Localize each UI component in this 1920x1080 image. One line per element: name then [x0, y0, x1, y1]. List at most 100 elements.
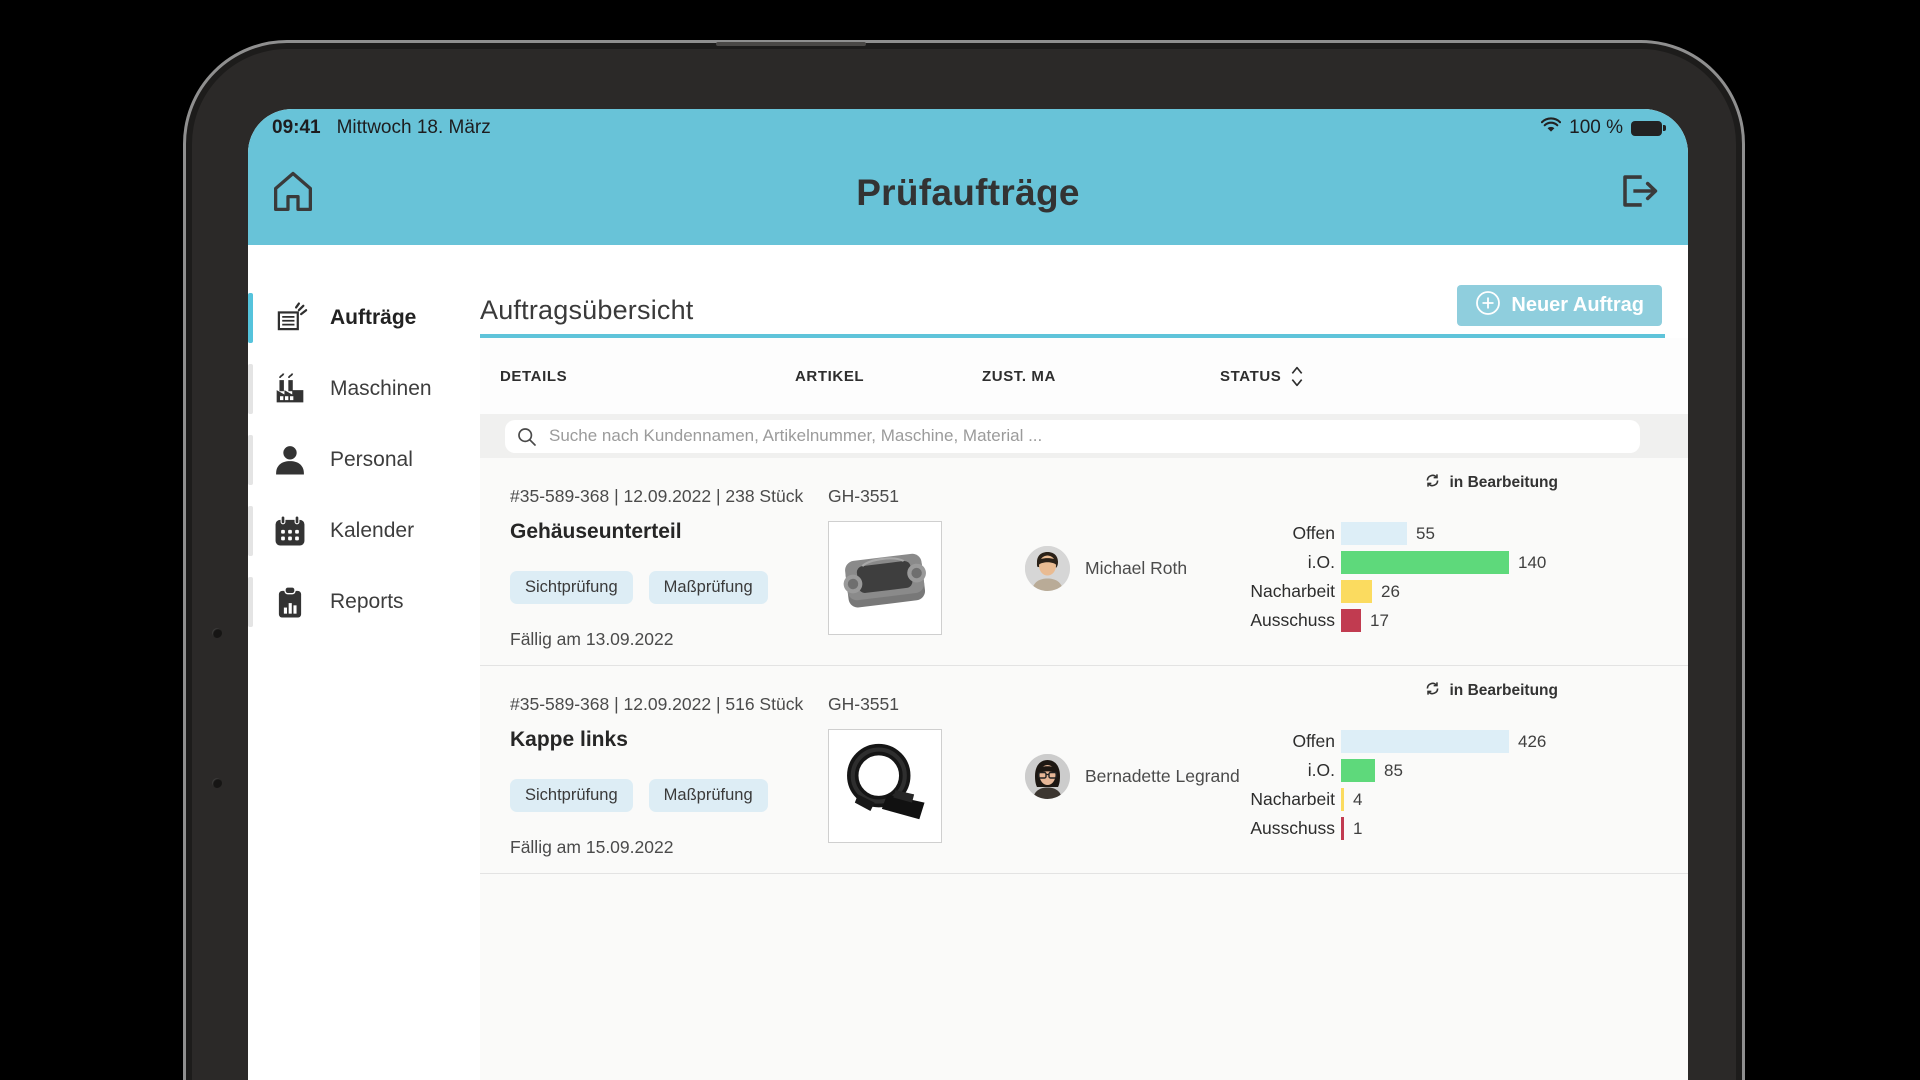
new-order-button[interactable]: Neuer Auftrag [1457, 285, 1662, 326]
article-image [828, 521, 942, 635]
status-badge: in Bearbeitung [1424, 472, 1558, 494]
bar-value: 1 [1353, 819, 1362, 839]
bar-value: 4 [1353, 790, 1362, 810]
bar-label: Offen [1240, 523, 1335, 544]
battery-icon [1631, 121, 1662, 136]
sidebar-item-kalender[interactable]: Kalender [248, 506, 480, 556]
search-band [480, 414, 1688, 458]
reports-icon [270, 582, 310, 622]
bar-ok [1341, 551, 1509, 574]
order-name: Kappe links [510, 728, 828, 752]
clock: 09:41 [272, 117, 321, 139]
sidebar-item-maschinen[interactable]: Maschinen [248, 364, 480, 414]
bar-label: Ausschuss [1240, 818, 1335, 839]
section-title: Auftragsübersicht [480, 295, 694, 326]
tag-sichtpruefung: Sichtprüfung [510, 779, 633, 812]
avatar [1025, 546, 1070, 591]
sidebar-item-personal[interactable]: Personal [248, 435, 480, 485]
due-date: Fällig am 13.09.2022 [510, 629, 828, 650]
bar-value: 17 [1370, 611, 1389, 631]
app-header: Prüfaufträge [248, 141, 1688, 245]
bar-scrap [1341, 609, 1361, 632]
tablet-frame: 09:41 Mittwoch 18. März 100 % [183, 40, 1745, 1080]
sidebar-item-label: Aufträge [330, 306, 416, 330]
bar-value: 55 [1416, 524, 1435, 544]
status-bars: Offen 55 i.O. 140 Nacharbeit 26 Ausschuss 17 [1240, 522, 1688, 632]
status-label: in Bearbeitung [1449, 682, 1558, 700]
logout-icon [1612, 205, 1664, 220]
bar-label: Ausschuss [1240, 610, 1335, 631]
bar-label: i.O. [1240, 760, 1335, 781]
plus-circle-icon [1475, 290, 1501, 322]
bar-value: 26 [1381, 582, 1400, 602]
column-status[interactable]: STATUS [1220, 364, 1305, 389]
side-button [212, 628, 222, 638]
bar-rework [1341, 580, 1372, 603]
indicator [248, 435, 253, 485]
search-input[interactable] [505, 420, 1640, 453]
column-zust-ma: ZUST. MA [982, 368, 1220, 385]
sidebar-item-label: Maschinen [330, 377, 432, 401]
sidebar-item-reports[interactable]: Reports [248, 577, 480, 627]
avatar [1025, 754, 1070, 799]
main-content: Auftragsübersicht Neuer Auftrag DETAILS … [480, 245, 1688, 1080]
sort-icon[interactable] [1289, 364, 1305, 389]
orders-icon [270, 298, 310, 338]
tag-masspruefung: Maßprüfung [649, 779, 768, 812]
page-title: Prüfaufträge [856, 172, 1080, 214]
stage: 09:41 Mittwoch 18. März 100 % [0, 0, 1920, 1080]
app-screen: 09:41 Mittwoch 18. März 100 % [248, 109, 1688, 1080]
tag-sichtpruefung: Sichtprüfung [510, 571, 633, 604]
order-meta: #35-589-368 | 12.09.2022 | 516 Stück [510, 694, 828, 715]
bar-open [1341, 730, 1509, 753]
assignee-name: Michael Roth [1085, 558, 1187, 579]
bar-value: 426 [1518, 732, 1546, 752]
assignee-name: Bernadette Legrand [1085, 766, 1240, 787]
antenna-line [716, 42, 866, 46]
side-button [212, 778, 222, 788]
bar-label: Nacharbeit [1240, 581, 1335, 602]
refresh-icon [1424, 472, 1441, 494]
calendar-icon [270, 511, 310, 551]
bar-label: Nacharbeit [1240, 789, 1335, 810]
bar-open [1341, 522, 1407, 545]
due-date: Fällig am 15.09.2022 [510, 837, 828, 858]
person-icon [270, 440, 310, 480]
indicator [248, 506, 253, 556]
status-bars: Offen426 i.O.85 Nacharbeit4 Ausschuss1 [1240, 730, 1688, 840]
new-order-label: Neuer Auftrag [1511, 294, 1644, 317]
order-list: #35-589-368 | 12.09.2022 | 238 Stück Geh… [480, 458, 1688, 1080]
article-number: GH-3551 [828, 486, 1025, 507]
active-indicator [248, 293, 253, 343]
status-bar: 09:41 Mittwoch 18. März 100 % [248, 109, 1688, 141]
order-name: Gehäuseunterteil [510, 520, 828, 544]
indicator [248, 364, 253, 414]
battery-percent: 100 % [1569, 117, 1623, 139]
sidebar-item-auftraege[interactable]: Aufträge [248, 293, 480, 343]
logout-button[interactable] [1612, 165, 1664, 220]
sidebar: Aufträge Maschinen Per [248, 245, 480, 1080]
search-icon [517, 427, 537, 447]
article-image [828, 729, 942, 843]
wifi-icon [1541, 117, 1561, 139]
bar-ok [1341, 759, 1375, 782]
bar-label: Offen [1240, 731, 1335, 752]
order-row[interactable]: #35-589-368 | 12.09.2022 | 516 Stück Kap… [480, 666, 1688, 874]
sidebar-item-label: Kalender [330, 519, 414, 543]
bar-rework [1341, 788, 1344, 811]
home-button[interactable] [266, 165, 320, 222]
refresh-icon [1424, 680, 1441, 702]
factory-icon [270, 369, 310, 409]
bar-label: i.O. [1240, 552, 1335, 573]
order-meta: #35-589-368 | 12.09.2022 | 238 Stück [510, 486, 828, 507]
column-details: DETAILS [480, 368, 795, 385]
article-number: GH-3551 [828, 694, 1025, 715]
tag-masspruefung: Maßprüfung [649, 571, 768, 604]
table-header: DETAILS ARTIKEL ZUST. MA STATUS [480, 338, 1688, 414]
column-artikel: ARTIKEL [795, 368, 982, 385]
bar-value: 140 [1518, 553, 1546, 573]
order-row[interactable]: #35-589-368 | 12.09.2022 | 238 Stück Geh… [480, 458, 1688, 666]
bar-scrap [1341, 817, 1344, 840]
status-badge: in Bearbeitung [1424, 680, 1558, 702]
indicator [248, 577, 253, 627]
